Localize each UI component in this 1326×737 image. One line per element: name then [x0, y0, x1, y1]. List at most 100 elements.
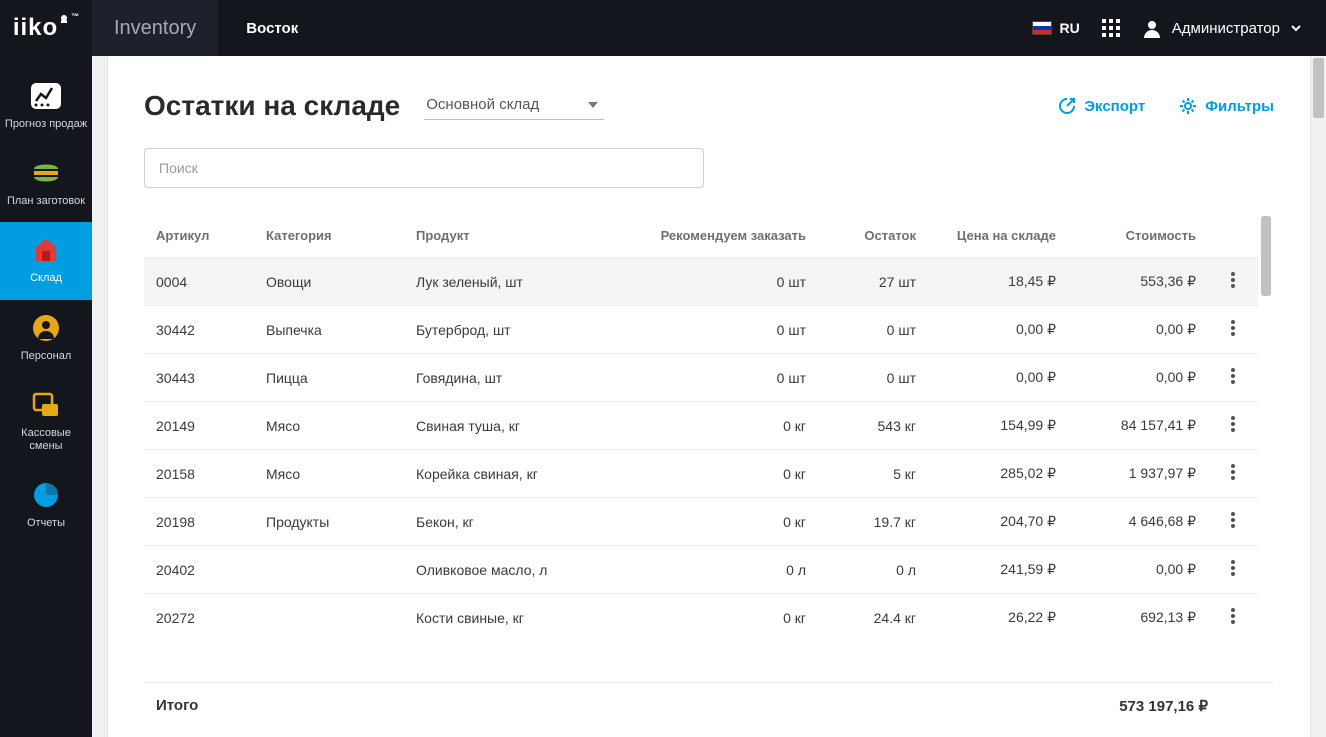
more-vert-icon: [1231, 368, 1235, 384]
table-header-row: Артикул Категория Продукт Рекомендуем за…: [144, 214, 1258, 258]
cell-article: 30442: [144, 306, 254, 354]
cell-cost: 692,13 ₽: [1068, 594, 1208, 642]
th-balance[interactable]: Остаток: [818, 214, 928, 258]
topbar: iiko ™ Inventory Восток RU Админи: [0, 0, 1326, 56]
content-scrollbar-right[interactable]: [1310, 56, 1326, 737]
table-row[interactable]: 0004ОвощиЛук зеленый, шт0 шт27 шт18,45 ₽…: [144, 258, 1258, 306]
table-row[interactable]: 30443ПиццаГовядина, шт0 шт0 шт0,00 ₽0,00…: [144, 354, 1258, 402]
gear-icon: [1179, 97, 1197, 115]
cell-recommend: 0 кг: [648, 498, 818, 546]
cell-product: Свиная туша, кг: [404, 402, 648, 450]
more-vert-icon: [1231, 416, 1235, 432]
warehouse-select[interactable]: Основной склад: [424, 92, 604, 120]
cell-article: 20158: [144, 450, 254, 498]
cell-recommend: 0 шт: [648, 354, 818, 402]
cell-actions: [1208, 306, 1258, 354]
cell-category: [254, 594, 404, 642]
sidebar-item-reports[interactable]: Отчеты: [0, 467, 92, 544]
cell-article: 0004: [144, 258, 254, 306]
cell-category: Мясо: [254, 450, 404, 498]
pie-chart-icon: [33, 481, 59, 509]
th-article[interactable]: Артикул: [144, 214, 254, 258]
logo-text: iiko ™: [13, 14, 79, 42]
content-scrollbar-thumb[interactable]: [1313, 58, 1324, 118]
table-row[interactable]: 20402Оливковое масло, л0 л0 л241,59 ₽0,0…: [144, 546, 1258, 594]
cell-product: Бекон, кг: [404, 498, 648, 546]
apps-menu-icon[interactable]: [1102, 19, 1120, 37]
cell-price: 285,02 ₽: [928, 450, 1068, 498]
row-more-button[interactable]: [1223, 608, 1243, 624]
flag-ru-icon: [1032, 21, 1052, 35]
language-switcher[interactable]: RU: [1032, 20, 1080, 36]
th-category[interactable]: Категория: [254, 214, 404, 258]
cell-price: 154,99 ₽: [928, 402, 1068, 450]
cell-price: 26,22 ₽: [928, 594, 1068, 642]
page-title: Остатки на складе: [144, 90, 400, 122]
row-more-button[interactable]: [1223, 320, 1243, 336]
table-row[interactable]: 20158МясоКорейка свиная, кг0 кг5 кг285,0…: [144, 450, 1258, 498]
content-scrollbar-left[interactable]: [92, 56, 108, 737]
cell-article: 20402: [144, 546, 254, 594]
sidebar-item-label: Склад: [30, 272, 62, 285]
person-circle-icon: [33, 314, 59, 342]
export-button[interactable]: Экспорт: [1058, 97, 1145, 115]
cell-price: 0,00 ₽: [928, 306, 1068, 354]
user-name: Администратор: [1172, 20, 1280, 37]
cell-actions: [1208, 450, 1258, 498]
th-more: [1208, 214, 1258, 258]
language-label: RU: [1060, 20, 1080, 36]
cell-product: Бутерброд, шт: [404, 306, 648, 354]
cell-article: 20272: [144, 594, 254, 642]
cell-article: 20198: [144, 498, 254, 546]
table-row[interactable]: 20149МясоСвиная туша, кг0 кг543 кг154,99…: [144, 402, 1258, 450]
user-menu[interactable]: Администратор: [1142, 18, 1302, 38]
th-cost[interactable]: Стоимость: [1068, 214, 1208, 258]
table-row[interactable]: 20272Кости свиные, кг0 кг24.4 кг26,22 ₽6…: [144, 594, 1258, 642]
th-product[interactable]: Продукт: [404, 214, 648, 258]
cell-article: 30443: [144, 354, 254, 402]
sidebar-item-warehouse[interactable]: Склад: [0, 222, 92, 299]
sidebar-item-cash[interactable]: Кассовые смены: [0, 377, 92, 467]
row-more-button[interactable]: [1223, 272, 1243, 288]
row-more-button[interactable]: [1223, 368, 1243, 384]
table-row[interactable]: 20198ПродуктыБекон, кг0 кг19.7 кг204,70 …: [144, 498, 1258, 546]
cell-product: Лук зеленый, шт: [404, 258, 648, 306]
row-more-button[interactable]: [1223, 416, 1243, 432]
more-vert-icon: [1231, 560, 1235, 576]
search-input[interactable]: [144, 148, 704, 188]
sidebar-item-label: Прогноз продаж: [5, 118, 87, 131]
cell-cost: 0,00 ₽: [1068, 306, 1208, 354]
th-recommend[interactable]: Рекомендуем заказать: [648, 214, 818, 258]
location-name[interactable]: Восток: [218, 20, 326, 37]
sidebar-item-personnel[interactable]: Персонал: [0, 300, 92, 377]
cell-category: [254, 546, 404, 594]
warehouse-selected-label: Основной склад: [426, 96, 539, 113]
table-row[interactable]: 30442ВыпечкаБутерброд, шт0 шт0 шт0,00 ₽0…: [144, 306, 1258, 354]
sidebar-item-forecast[interactable]: Прогноз продаж: [0, 68, 92, 145]
row-more-button[interactable]: [1223, 512, 1243, 528]
row-more-button[interactable]: [1223, 560, 1243, 576]
chart-up-icon: [31, 82, 61, 110]
row-more-button[interactable]: [1223, 464, 1243, 480]
table-scrollbar-thumb[interactable]: [1261, 216, 1271, 296]
sidebar-item-prep[interactable]: План заготовок: [0, 145, 92, 222]
filters-label: Фильтры: [1205, 98, 1274, 115]
cell-category: Овощи: [254, 258, 404, 306]
cell-category: Выпечка: [254, 306, 404, 354]
cell-recommend: 0 шт: [648, 258, 818, 306]
cell-balance: 0 шт: [818, 354, 928, 402]
cell-category: Мясо: [254, 402, 404, 450]
cell-actions: [1208, 594, 1258, 642]
logo-chef-icon: [58, 14, 70, 26]
cell-category: Продукты: [254, 498, 404, 546]
cell-price: 0,00 ₽: [928, 354, 1068, 402]
table-scrollbar[interactable]: [1258, 214, 1274, 682]
sidebar-item-label: План заготовок: [7, 195, 85, 208]
cell-cost: 553,36 ₽: [1068, 258, 1208, 306]
th-price[interactable]: Цена на складе: [928, 214, 1068, 258]
table-area: Артикул Категория Продукт Рекомендуем за…: [144, 214, 1274, 737]
filters-button[interactable]: Фильтры: [1179, 97, 1274, 115]
cell-balance: 543 кг: [818, 402, 928, 450]
cell-balance: 5 кг: [818, 450, 928, 498]
more-vert-icon: [1231, 512, 1235, 528]
